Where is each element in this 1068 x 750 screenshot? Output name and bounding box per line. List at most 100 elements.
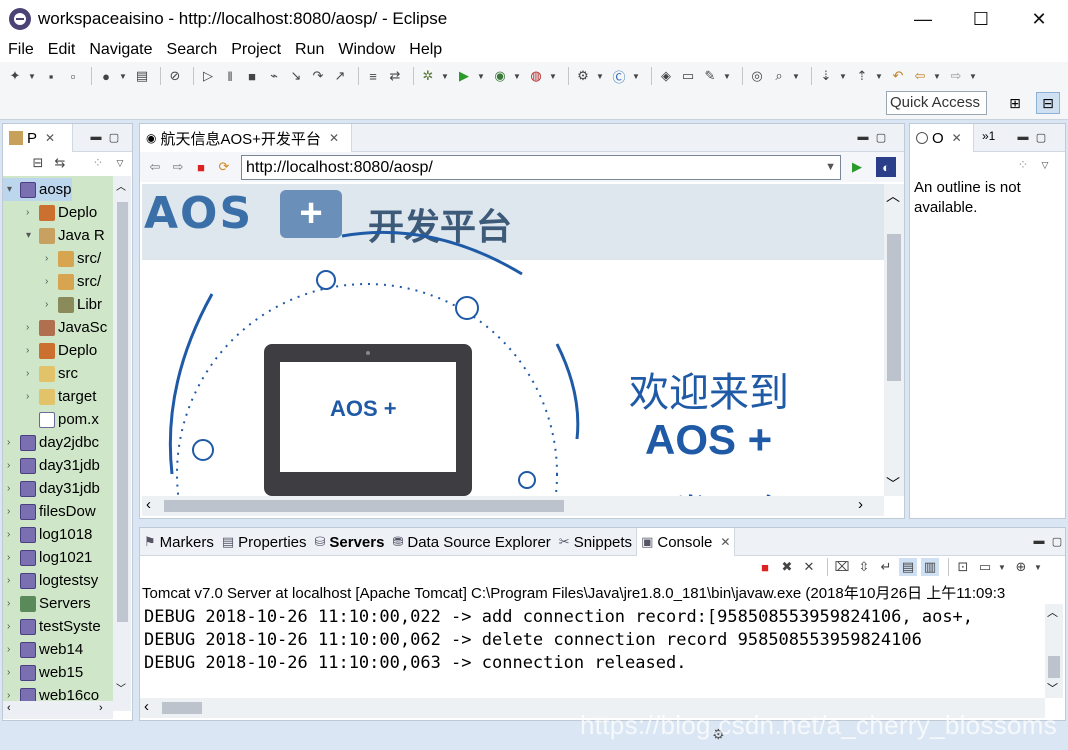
menu-help[interactable]: Help [409,41,442,59]
web-horizontal-scrollbar[interactable]: ‹ › [142,496,884,516]
web-browser-icon[interactable]: ◎ [748,67,766,85]
tab-project-explorer[interactable]: P ✕ [3,124,73,152]
tree-item[interactable]: › src/ [3,247,101,270]
chevron-right-icon[interactable]: › [45,299,55,310]
scroll-up-icon[interactable]: ︿ [116,178,126,193]
clear-console-icon[interactable]: ⌧ [833,558,851,576]
menu-window[interactable]: Window [338,41,395,59]
tree-item[interactable]: ▾ aosp [3,178,72,201]
view-menu-icon[interactable]: ▽ [111,154,129,172]
chevron-right-icon[interactable]: › [7,483,17,494]
close-button[interactable]: ✕ [1010,0,1068,38]
remove-launch-icon[interactable]: ✖ [778,558,796,576]
chevron-right-icon[interactable]: › [26,391,36,402]
new-class-icon[interactable]: Ⓒ [610,67,628,85]
coverage-dropdown-icon[interactable]: ▼ [513,67,521,85]
console-vertical-scrollbar[interactable]: ︿ ﹀ [1045,604,1063,698]
open-type-icon[interactable]: ◈ [657,67,675,85]
scroll-lock-icon[interactable]: ⇳ [855,558,873,576]
minimize-button[interactable]: — [894,0,952,38]
chevron-right-icon[interactable]: › [45,253,55,264]
next-annotation-icon[interactable]: ⇣ [817,67,835,85]
tab-console[interactable]: ▣ Console ✕ [636,528,736,556]
menu-project[interactable]: Project [231,41,281,59]
display-console-icon[interactable]: ▭ [976,558,994,576]
chevron-right-icon[interactable]: › [45,276,55,287]
drop-to-frame-icon[interactable]: ≡ [364,67,382,85]
back-icon[interactable]: ⇦ [911,67,929,85]
menu-search[interactable]: Search [167,41,218,59]
tree-item[interactable]: › target [3,385,96,408]
tree-item[interactable]: › JavaSc [3,316,107,339]
open-task-dropdown-icon[interactable]: ▼ [723,67,731,85]
new-icon[interactable]: ✦ [6,67,24,85]
chevron-right-icon[interactable]: › [7,460,17,471]
tree-item[interactable]: › day31jdb [3,454,100,477]
collapse-all-icon[interactable]: ⊟ [29,154,47,172]
tab-properties[interactable]: ▤ Properties [218,528,311,556]
chevron-right-icon[interactable]: › [7,529,17,540]
scroll-thumb[interactable] [164,500,564,512]
close-icon[interactable]: ✕ [45,131,55,145]
tree-item[interactable]: › log1018 [3,523,92,546]
chevron-down-icon[interactable]: ▾ [26,230,36,241]
save-all-icon[interactable]: ▫ [64,67,82,85]
skip-breakpoints-icon[interactable]: ⊘ [166,67,184,85]
menu-edit[interactable]: Edit [48,41,76,59]
scroll-left-icon[interactable]: ‹ [146,496,151,513]
chevron-right-icon[interactable]: › [7,437,17,448]
save-icon[interactable]: ▪ [42,67,60,85]
user-icon[interactable]: ● [97,67,115,85]
tree-item[interactable]: › web14 [3,638,83,661]
scroll-left-icon[interactable]: ‹ [144,698,149,715]
tree-item[interactable]: › src [3,362,78,385]
scroll-down-icon[interactable]: ﹀ [886,474,900,494]
external-tools-dropdown-icon[interactable]: ▼ [549,67,557,85]
resume-icon[interactable]: ▷ [199,67,217,85]
scroll-up-icon[interactable]: ︿ [1047,604,1058,620]
debug-icon[interactable]: ✲ [419,67,437,85]
tree-item[interactable]: › filesDow [3,500,96,523]
tree-item[interactable]: › log1021 [3,546,92,569]
chevron-right-icon[interactable]: › [7,575,17,586]
forward-icon[interactable]: ⇨ [947,67,965,85]
maximize-button[interactable]: ☐ [952,0,1010,38]
go-icon[interactable]: ▶ [848,158,866,176]
chevron-right-icon[interactable]: › [7,621,17,632]
tree-item[interactable]: › Libr [3,293,102,316]
menu-run[interactable]: Run [295,41,324,59]
scroll-left-icon[interactable]: ‹ [7,702,11,714]
chevron-right-icon[interactable]: › [26,207,36,218]
scroll-right-icon[interactable]: › [858,496,863,513]
tree-item[interactable]: › web15 [3,661,83,684]
eclipse-browser-icon[interactable]: ◐ [876,157,896,177]
forward-dropdown-icon[interactable]: ▼ [969,67,977,85]
tree-item[interactable]: › Deplo [3,339,97,362]
scroll-thumb[interactable] [1048,656,1060,678]
maximize-icon[interactable]: ▢ [1032,129,1050,145]
minimize-icon[interactable]: ▬ [854,129,872,145]
tree-horizontal-scrollbar[interactable]: ‹ › [3,701,113,719]
pin-console-icon[interactable]: ⊡ [954,558,972,576]
close-icon[interactable]: ✕ [952,131,962,145]
display-console-dropdown-icon[interactable]: ▼ [998,558,1006,576]
coverage-icon[interactable]: ◉ [491,67,509,85]
open-task-icon[interactable]: ✎ [701,67,719,85]
refresh-icon[interactable]: ⟳ [215,158,233,176]
scroll-right-icon[interactable]: › [99,702,103,714]
maximize-icon[interactable]: ▢ [1048,533,1066,549]
step-return-icon[interactable]: ↗ [331,67,349,85]
tree-item[interactable]: › testSyste [3,615,101,638]
new-class-dropdown-icon[interactable]: ▼ [632,67,640,85]
tab-markers[interactable]: ⚑ Markers [140,528,218,556]
new-server-icon[interactable]: ⚙ [574,67,592,85]
chevron-right-icon[interactable]: › [7,598,17,609]
prev-annotation-dropdown-icon[interactable]: ▼ [875,67,883,85]
chevron-right-icon[interactable]: › [26,322,36,333]
scroll-thumb[interactable] [887,234,901,381]
tree-item[interactable]: › Deplo [3,201,97,224]
link-with-editor-icon[interactable]: ⇆ [51,154,69,172]
prev-annotation-icon[interactable]: ⇡ [853,67,871,85]
tab-data-source-explorer[interactable]: ⛃ Data Source Explorer [388,528,554,556]
menu-navigate[interactable]: Navigate [89,41,152,59]
